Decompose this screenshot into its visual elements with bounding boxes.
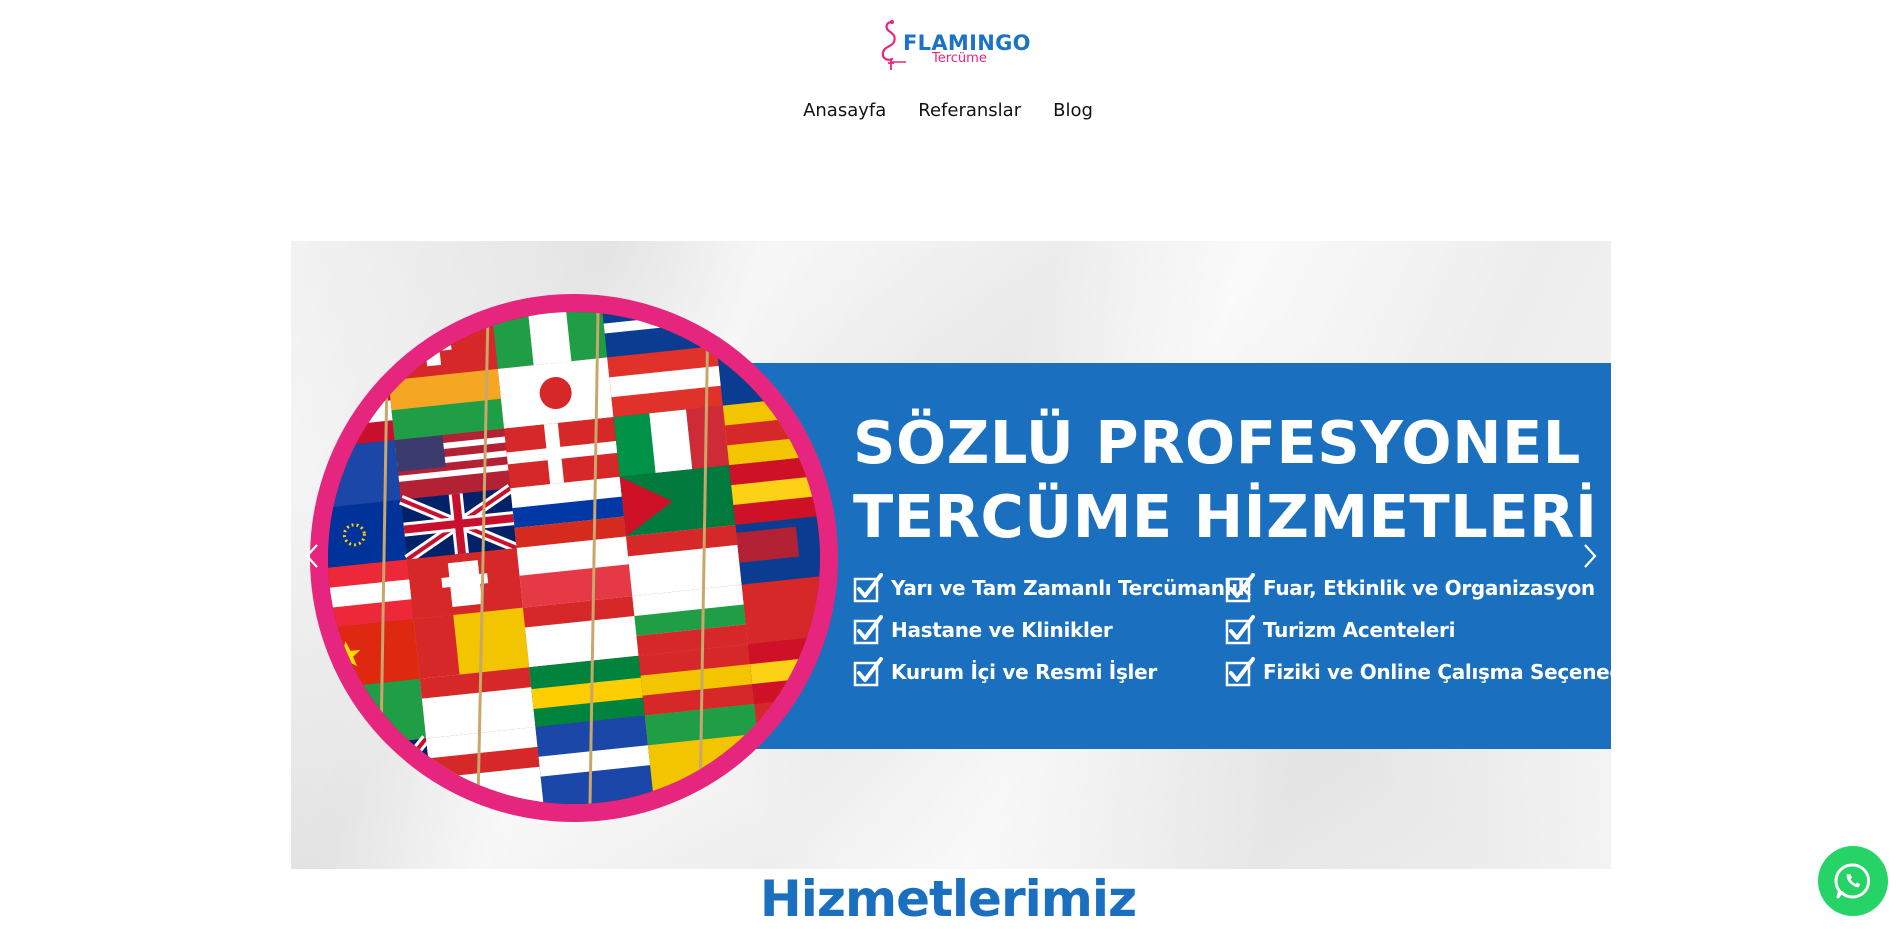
checkbox-check-icon bbox=[1225, 615, 1255, 645]
checkbox-check-icon bbox=[853, 573, 883, 603]
feature-label: Hastane ve Klinikler bbox=[891, 618, 1113, 642]
feature-label: Kurum İçi ve Resmi İşler bbox=[891, 660, 1157, 684]
site-header: FLAMINGO Tercüme Anasayfa Referanslar Bl… bbox=[0, 0, 1896, 150]
services-section-title: Hizmetlerimiz bbox=[759, 870, 1137, 928]
feature-label: Fuar, Etkinlik ve Organizasyon bbox=[1263, 576, 1595, 600]
checkbox-check-icon bbox=[1225, 657, 1255, 687]
feature-item: Fiziki ve Online Çalışma Seçeneği bbox=[1225, 657, 1611, 687]
feature-label: Fiziki ve Online Çalışma Seçeneği bbox=[1263, 660, 1611, 684]
feature-label: Yarı ve Tam Zamanlı Tercümanlık bbox=[891, 576, 1251, 600]
slider-prev-button[interactable] bbox=[301, 541, 325, 571]
main-nav: Anasayfa Referanslar Blog bbox=[0, 100, 1896, 121]
checkbox-check-icon bbox=[853, 615, 883, 645]
service-features-list: Yarı ve Tam Zamanlı Tercümanlık Fuar, Et… bbox=[853, 573, 1611, 687]
feature-item: Kurum İçi ve Resmi İşler bbox=[853, 657, 1225, 687]
whatsapp-button[interactable] bbox=[1818, 846, 1888, 916]
feature-item: Fuar, Etkinlik ve Organizasyon bbox=[1225, 573, 1611, 603]
checkbox-check-icon bbox=[1225, 573, 1255, 603]
feature-item: Yarı ve Tam Zamanlı Tercümanlık bbox=[853, 573, 1251, 603]
nav-item-referanslar[interactable]: Referanslar bbox=[918, 100, 1021, 121]
banner-title: SÖZLÜ PROFESYONEL TERCÜME HİZMETLERİ bbox=[853, 406, 1598, 554]
slider-next-button[interactable] bbox=[1577, 541, 1601, 571]
feature-label: Turizm Acenteleri bbox=[1263, 618, 1456, 642]
feature-item: Turizm Acenteleri bbox=[1225, 615, 1611, 645]
hero-slider: SÖZLÜ PROFESYONEL TERCÜME HİZMETLERİ Yar… bbox=[291, 241, 1611, 869]
site-logo[interactable]: FLAMINGO Tercüme bbox=[880, 18, 1030, 72]
chevron-right-icon bbox=[1584, 544, 1597, 568]
feature-item: Hastane ve Klinikler bbox=[853, 615, 1225, 645]
nav-item-anasayfa[interactable]: Anasayfa bbox=[803, 100, 886, 121]
logo-tagline: Tercüme bbox=[932, 51, 987, 66]
nav-item-blog[interactable]: Blog bbox=[1053, 100, 1093, 121]
banner-title-line2: TERCÜME HİZMETLERİ bbox=[853, 482, 1598, 551]
world-flags-image bbox=[310, 294, 838, 822]
banner-title-line1: SÖZLÜ PROFESYONEL bbox=[853, 408, 1581, 477]
whatsapp-icon bbox=[1834, 863, 1871, 899]
chevron-left-icon bbox=[305, 544, 318, 568]
checkbox-check-icon bbox=[853, 657, 883, 687]
